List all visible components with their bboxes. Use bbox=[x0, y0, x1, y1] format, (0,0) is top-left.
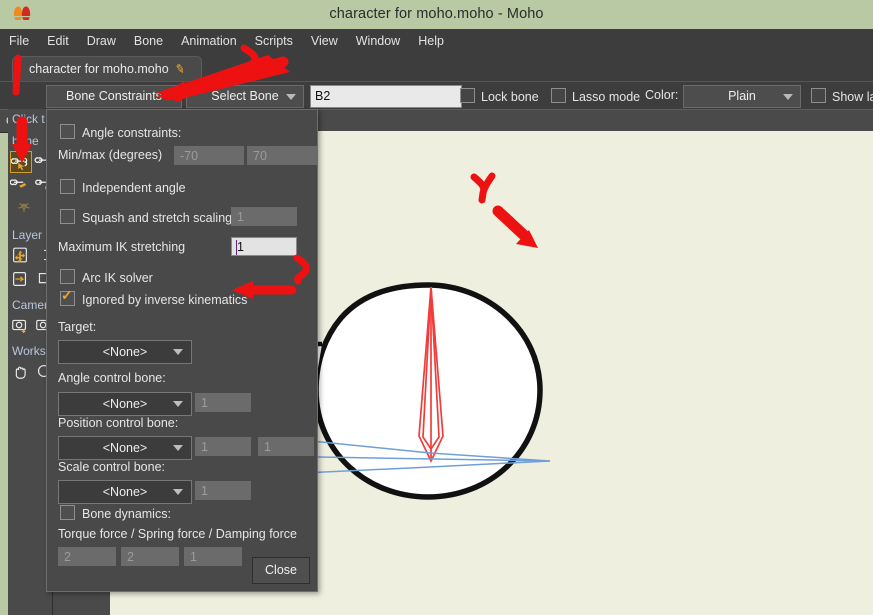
lock-bone-label: Lock bone bbox=[481, 90, 539, 104]
arc-ik-solver-label: Arc IK solver bbox=[82, 271, 153, 285]
tool-options-bar: Bone Constraints Select Bone B2 Lock bon… bbox=[0, 81, 873, 110]
squash-scale-input[interactable]: 1 bbox=[231, 207, 297, 226]
max-ik-input[interactable]: 1 bbox=[231, 237, 297, 256]
checkbox-box bbox=[60, 209, 75, 224]
mode-combo-label: Bone Constraints bbox=[66, 89, 162, 103]
workspace-pan-icon[interactable] bbox=[10, 361, 32, 383]
scale-control-value: <None> bbox=[102, 485, 148, 499]
checkbox-box bbox=[811, 88, 826, 103]
menu-bar: File Edit Draw Bone Animation Scripts Vi… bbox=[0, 29, 873, 54]
position-control-x-input[interactable]: 1 bbox=[195, 437, 251, 456]
pencil-icon: ✎ bbox=[173, 61, 187, 77]
forces-label: Torque force / Spring force / Damping fo… bbox=[58, 527, 298, 541]
bone-particle-icon[interactable] bbox=[14, 199, 36, 221]
chevron-down-icon bbox=[164, 94, 174, 100]
arc-ik-solver-checkbox[interactable]: Arc IK solver bbox=[60, 269, 153, 285]
checkbox-box bbox=[60, 179, 75, 194]
tab-strip: character for moho.moho ✎ bbox=[0, 53, 873, 82]
menu-window[interactable]: Window bbox=[347, 29, 409, 52]
bone-pick-label: Select Bone bbox=[211, 89, 279, 103]
chevron-down-icon bbox=[173, 401, 183, 407]
tab-document[interactable]: character for moho.moho ✎ bbox=[12, 56, 202, 82]
chevron-down-icon bbox=[173, 489, 183, 495]
target-combo[interactable]: <None> bbox=[58, 340, 192, 364]
angle-constraints-label: Angle constraints: bbox=[82, 126, 182, 140]
angle-control-value: <None> bbox=[102, 397, 148, 411]
angle-constraints-checkbox[interactable]: Angle constraints: bbox=[60, 124, 181, 140]
title-bar: character for moho.moho - Moho bbox=[0, 0, 873, 29]
max-degrees-input[interactable]: 70 bbox=[247, 146, 317, 165]
lasso-mode-label: Lasso mode bbox=[572, 90, 641, 104]
close-button[interactable]: Close bbox=[252, 557, 310, 584]
scale-control-combo[interactable]: <None> bbox=[58, 480, 192, 504]
bone-select-icon[interactable] bbox=[10, 151, 32, 173]
min-degrees-input[interactable]: -70 bbox=[174, 146, 244, 165]
mode-combo[interactable]: Bone Constraints bbox=[46, 85, 182, 108]
tab-document-label: character for moho.moho bbox=[29, 62, 169, 76]
checkbox-box bbox=[60, 269, 75, 284]
chevron-down-icon bbox=[783, 94, 793, 100]
color-combo-label: Plain bbox=[728, 89, 756, 103]
independent-angle-label: Independent angle bbox=[82, 181, 186, 195]
chevron-down-icon bbox=[286, 94, 296, 100]
scale-control-label: Scale control bone: bbox=[58, 460, 166, 474]
layer-translate-icon[interactable] bbox=[10, 245, 32, 267]
independent-angle-checkbox[interactable]: Independent angle bbox=[60, 179, 186, 195]
bone-bind-icon[interactable] bbox=[9, 175, 32, 197]
ignored-by-ik-checkbox[interactable]: Ignored by inverse kinematics bbox=[60, 288, 248, 307]
menu-file[interactable]: File bbox=[0, 29, 38, 52]
target-label: Target: bbox=[58, 320, 97, 334]
show-labels-checkbox[interactable]: Show lab bbox=[811, 88, 873, 104]
color-combo[interactable]: Plain bbox=[683, 85, 801, 108]
position-control-value: <None> bbox=[102, 441, 148, 455]
window-title: character for moho.moho - Moho bbox=[329, 6, 544, 22]
checkbox-box bbox=[460, 88, 475, 103]
menu-edit[interactable]: Edit bbox=[38, 29, 78, 52]
lock-bone-checkbox[interactable]: Lock bone bbox=[460, 88, 539, 104]
position-control-y-input[interactable]: 1 bbox=[258, 437, 314, 456]
checkbox-box bbox=[551, 88, 566, 103]
position-control-label: Position control bone: bbox=[58, 416, 179, 430]
scale-control-scalar-input[interactable]: 1 bbox=[195, 481, 251, 500]
bone-pick-combo[interactable]: Select Bone bbox=[186, 85, 304, 108]
position-control-combo[interactable]: <None> bbox=[58, 436, 192, 460]
angle-control-label: Angle control bone: bbox=[58, 371, 166, 385]
squash-stretch-label: Squash and stretch scaling bbox=[82, 211, 233, 225]
lasso-mode-checkbox[interactable]: Lasso mode bbox=[551, 88, 640, 104]
checkbox-box-checked bbox=[60, 288, 75, 306]
squash-stretch-checkbox[interactable]: Squash and stretch scaling bbox=[60, 209, 232, 225]
bone-name-input[interactable]: B2 bbox=[310, 85, 462, 108]
camera-track-icon[interactable] bbox=[10, 315, 32, 337]
target-combo-value: <None> bbox=[102, 345, 148, 359]
chevron-down-icon bbox=[173, 445, 183, 451]
angle-control-combo[interactable]: <None> bbox=[58, 392, 192, 416]
show-labels-label: Show lab bbox=[832, 90, 873, 104]
checkbox-box bbox=[60, 124, 75, 139]
spring-force-input[interactable]: 2 bbox=[121, 547, 179, 566]
bone-constraints-dialog: Angle constraints: Min/max (degrees) -70… bbox=[46, 109, 318, 592]
menu-bone[interactable]: Bone bbox=[125, 29, 172, 52]
bone-dynamics-label: Bone dynamics: bbox=[82, 507, 171, 521]
menu-animation[interactable]: Animation bbox=[172, 29, 246, 52]
angle-control-scalar-input[interactable]: 1 bbox=[195, 393, 251, 412]
layer-rotate-icon[interactable] bbox=[10, 269, 32, 291]
damping-force-input[interactable]: 1 bbox=[184, 547, 242, 566]
menu-view[interactable]: View bbox=[302, 29, 347, 52]
bone-dynamics-checkbox[interactable]: Bone dynamics: bbox=[60, 505, 171, 521]
chevron-down-icon bbox=[173, 349, 183, 355]
minmax-label: Min/max (degrees) bbox=[58, 148, 163, 162]
max-ik-label: Maximum IK stretching bbox=[58, 240, 186, 254]
torque-force-input[interactable]: 2 bbox=[58, 547, 116, 566]
ignored-by-ik-label: Ignored by inverse kinematics bbox=[82, 293, 248, 307]
menu-draw[interactable]: Draw bbox=[78, 29, 125, 52]
menu-scripts[interactable]: Scripts bbox=[246, 29, 302, 52]
menu-help[interactable]: Help bbox=[409, 29, 453, 52]
checkbox-box bbox=[60, 505, 75, 520]
color-label: Color: bbox=[645, 88, 679, 102]
